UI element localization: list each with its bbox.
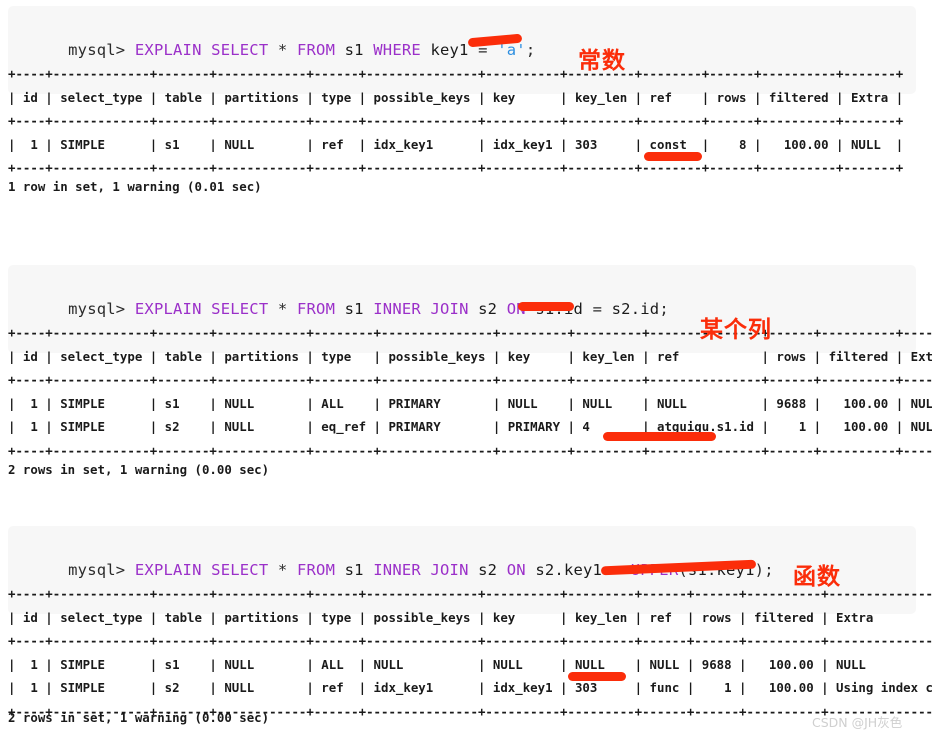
sql-query-text-1: mysql> EXPLAIN SELECT * FROM s1 WHERE ke…	[68, 41, 536, 59]
screenshot-root: mysql> EXPLAIN SELECT * FROM s1 WHERE ke…	[0, 0, 932, 738]
annotation-label-constant: 常数	[578, 48, 626, 74]
annotation-underline-const	[644, 152, 702, 161]
annotation-underline-s1-id	[518, 302, 574, 311]
status-line-1: 1 row in set, 1 warning (0.01 sec)	[8, 179, 262, 194]
status-line-2: 2 rows in set, 1 warning (0.00 sec)	[8, 462, 270, 477]
status-line-3: 2 rows in set, 1 warning (0.00 sec)	[8, 710, 270, 725]
explain-output-table-2: +----+-------------+-------+------------…	[8, 325, 932, 458]
explain-output-table-3: +----+-------------+-------+------------…	[8, 586, 932, 719]
annotation-underline-func	[568, 672, 626, 681]
annotation-label-function: 函数	[793, 564, 841, 590]
annotation-label-column: 某个列	[700, 317, 772, 343]
explain-output-table-1: +----+-------------+-------+------------…	[8, 66, 904, 175]
sql-query-text-2: mysql> EXPLAIN SELECT * FROM s1 INNER JO…	[68, 300, 669, 318]
annotation-underline-atguigu-s1-id	[603, 432, 716, 441]
csdn-watermark: CSDN @JH灰色	[812, 715, 903, 730]
